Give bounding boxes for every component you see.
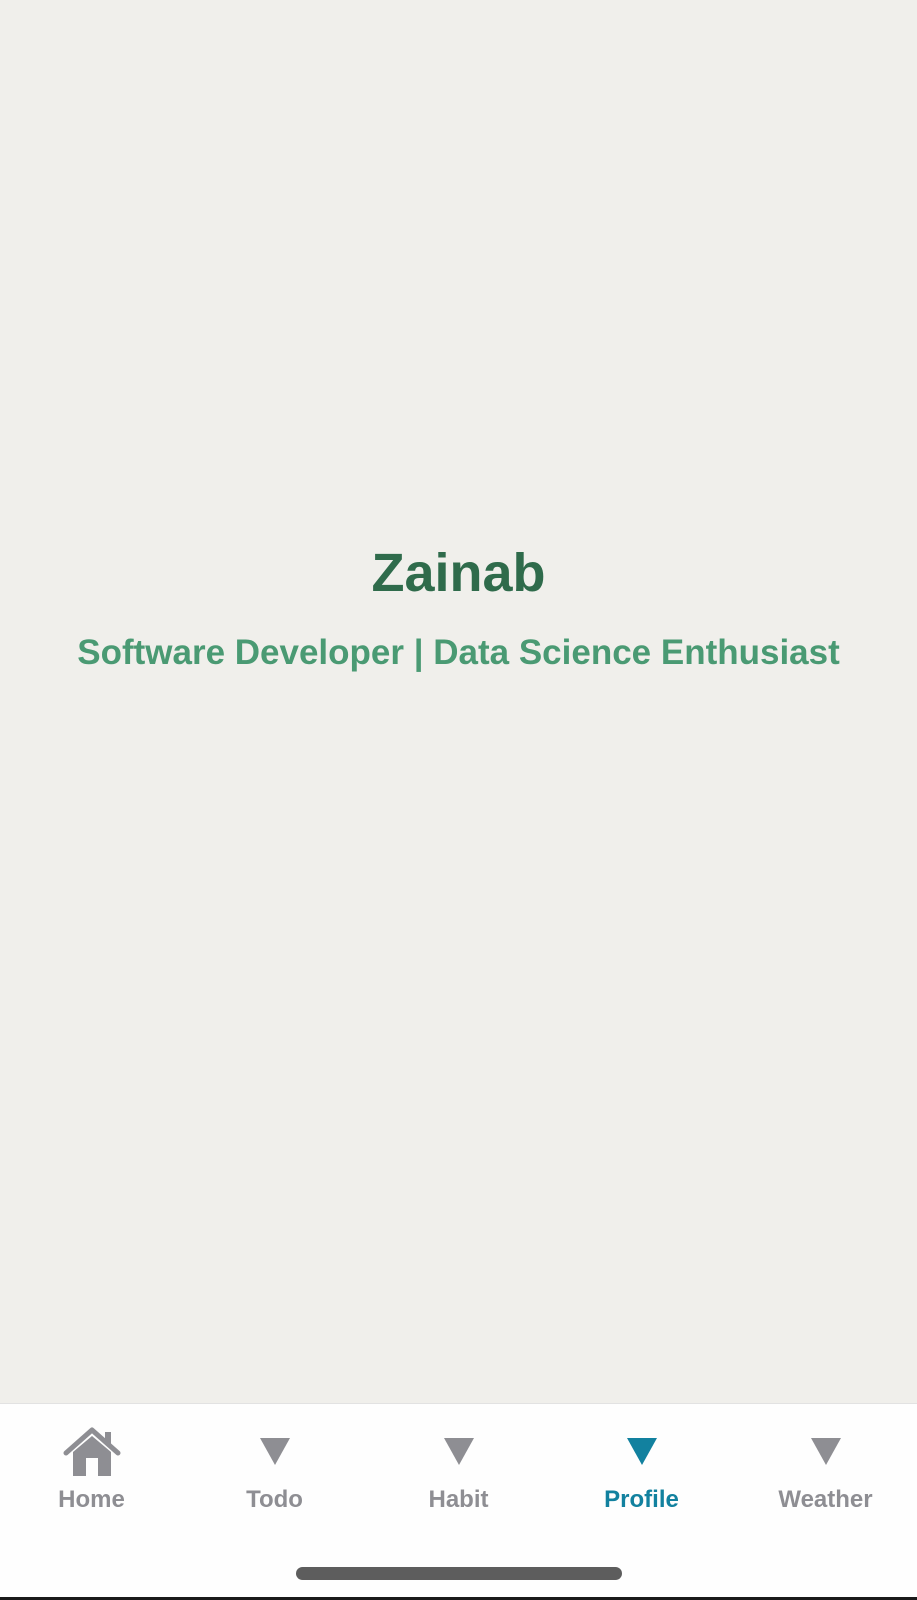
tab-todo[interactable]: Todo: [183, 1404, 366, 1524]
tab-home-label: Home: [58, 1486, 125, 1513]
tab-profile-label: Profile: [604, 1486, 679, 1513]
tab-habit[interactable]: Habit: [367, 1404, 550, 1524]
profile-tagline: Software Developer | Data Science Enthus…: [77, 633, 840, 672]
triangle-down-icon: [259, 1438, 290, 1465]
home-icon: [63, 1427, 120, 1476]
tab-habit-label: Habit: [428, 1486, 489, 1513]
triangle-down-icon: [443, 1438, 474, 1465]
profile-name: Zainab: [371, 543, 546, 603]
tab-profile[interactable]: Profile: [550, 1404, 733, 1524]
triangle-down-icon: [810, 1438, 841, 1465]
profile-content: Zainab Software Developer | Data Science…: [0, 0, 917, 1403]
profile-screen: Zainab Software Developer | Data Science…: [0, 0, 917, 1600]
tab-weather-label: Weather: [778, 1486, 873, 1513]
triangle-down-icon: [626, 1438, 657, 1465]
tab-weather[interactable]: Weather: [734, 1404, 917, 1524]
home-indicator[interactable]: [296, 1567, 622, 1580]
tab-home[interactable]: Home: [0, 1404, 183, 1524]
tab-todo-label: Todo: [246, 1486, 303, 1513]
